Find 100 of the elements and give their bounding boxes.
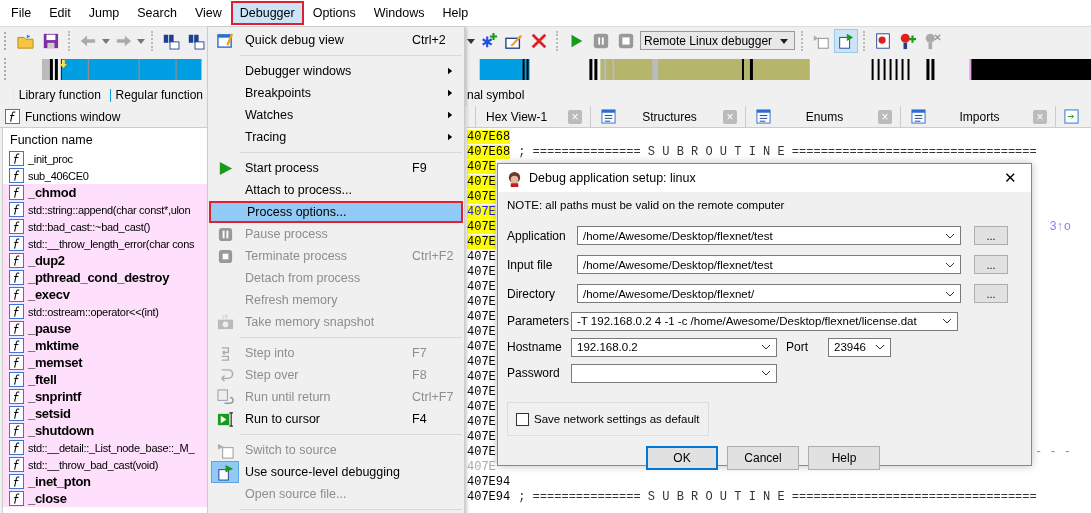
browse-button[interactable]: ... (974, 226, 1008, 245)
menu-item[interactable]: Quick debug view Ctrl+2 (209, 29, 463, 51)
tab[interactable]: Hex View-1 (486, 109, 548, 124)
combo-field[interactable]: /home/Awesome/Desktop/flexnet/test (577, 226, 961, 245)
menu-bar-item[interactable]: Edit (40, 1, 80, 25)
function-icon (9, 287, 24, 302)
source-debug-icon (216, 463, 234, 481)
combo-field[interactable]: -T 192.168.0.2 4 -1 -c /home/Awesome/Desktop/flexnet/license.dat (571, 311, 958, 331)
code-address: 407E (467, 399, 496, 414)
menu-bar-item[interactable]: Jump (79, 1, 129, 25)
menu-item[interactable]: Process options... (209, 201, 463, 223)
chevron-down-icon (761, 344, 771, 350)
menu-item[interactable]: Attach to process... (209, 179, 463, 201)
menu-item[interactable]: Debugger windows (209, 60, 463, 82)
app-icon (506, 169, 523, 187)
function-icon (9, 185, 24, 200)
menu-item[interactable]: Breakpoints (209, 82, 463, 104)
dialog-button[interactable]: OK (646, 446, 718, 470)
code-address: 407E (467, 204, 496, 219)
panel-title: Functions window (25, 109, 121, 124)
run-until-return-icon (216, 388, 234, 406)
function-icon (9, 338, 24, 353)
function-icon (9, 406, 24, 421)
password-field[interactable] (571, 363, 777, 383)
code-fragment: 3↑o (1049, 219, 1071, 234)
menu-item[interactable]: Tracing (209, 126, 463, 148)
function-icon (9, 253, 24, 268)
browse-button[interactable]: ... (974, 284, 1008, 303)
field-label: Input file (507, 257, 554, 272)
code-address: 407E (467, 219, 496, 234)
code-address: 407E (467, 189, 496, 204)
function-icon (9, 440, 24, 455)
column-header[interactable]: Function name (3, 128, 207, 150)
code-address: 407E94 (467, 489, 511, 504)
chevron-down-icon (761, 370, 771, 376)
document-icon (601, 109, 616, 124)
window-icon (216, 31, 234, 49)
menu-bar-item[interactable]: Search (128, 1, 186, 25)
function-icon (9, 270, 24, 285)
stop-icon (216, 247, 234, 265)
document-icon[interactable] (1064, 109, 1079, 124)
browse-button[interactable]: ... (974, 255, 1008, 274)
toolbar-grip (4, 31, 9, 50)
menu-item[interactable]: Run to cursor F4 (209, 408, 463, 430)
function-icon (9, 423, 24, 438)
toolbar-grip (4, 58, 9, 80)
document-icon (756, 109, 771, 124)
legend-label: Regular function (115, 88, 203, 102)
combo-field[interactable]: /home/Awesome/Desktop/flexnet/test (577, 255, 961, 274)
menu-bar-item[interactable]: Help (433, 1, 478, 25)
function-icon (9, 151, 24, 166)
combo-field[interactable]: 192.168.0.2 (571, 337, 777, 357)
menu-bar-item[interactable]: Debugger (230, 1, 304, 25)
function-icon (9, 202, 24, 217)
dialog-title: Debug application setup: linux (529, 171, 697, 185)
code-address: 407E (467, 159, 496, 174)
field-label: Directory (507, 286, 556, 301)
menu-item[interactable]: Start process F9 (209, 157, 463, 179)
code-address: 407E94 (467, 474, 511, 489)
menu-bar-item[interactable]: Options (303, 1, 365, 25)
menu-item[interactable]: Use source-level debugging (209, 461, 463, 483)
combo-field[interactable]: 23946 (828, 337, 891, 357)
function-name[interactable]: _execv (28, 287, 70, 302)
dialog-button[interactable]: Help (808, 446, 880, 470)
close-button[interactable]: ✕ (995, 169, 1025, 187)
chevron-down-icon (942, 318, 952, 324)
function-name[interactable]: _init_proc (28, 152, 73, 165)
source-debug-icon[interactable] (835, 29, 857, 52)
function-name[interactable]: _ftell (28, 372, 57, 387)
combo-field[interactable]: /home/Awesome/Desktop/flexnet/ (577, 284, 961, 303)
code-address: 407E68 (467, 144, 511, 159)
dialog-button[interactable]: Cancel (727, 446, 799, 470)
function-name[interactable]: _close (28, 491, 67, 506)
function-icon (9, 372, 24, 387)
menu-item[interactable]: Watches (209, 104, 463, 126)
code-address: 407E (467, 234, 496, 249)
pause-icon (216, 225, 234, 243)
code-comment: ; =============== S U B R O U T I N E ================================== (518, 489, 1037, 504)
debugger-select[interactable]: Remote Linux debugger (640, 31, 795, 50)
function-icon (9, 304, 24, 319)
tab[interactable]: Enums (805, 109, 844, 124)
tab[interactable]: Imports (959, 109, 1000, 124)
menu-bar-item[interactable]: Windows (364, 1, 434, 25)
function-name[interactable]: sub_406CE0 (28, 169, 89, 182)
field-label: Application (507, 228, 567, 243)
dropdown-caret-icon[interactable] (467, 36, 475, 45)
function-name[interactable]: _dup2 (28, 253, 65, 268)
run-to-cursor-icon (216, 410, 234, 428)
function-name[interactable]: _pause (28, 321, 71, 336)
code-comment: ; =============== S U B R O U T I N E ================================== (518, 144, 1037, 159)
chevron-down-icon (945, 261, 955, 268)
code-address: 407E (467, 444, 496, 459)
menu-bar-item[interactable]: File (2, 1, 41, 25)
checkbox[interactable] (516, 412, 529, 426)
code-address: 407E (467, 414, 496, 429)
switch-source-icon (216, 441, 234, 459)
function-name[interactable]: _setsid (28, 406, 71, 421)
menu-bar-item[interactable]: View (185, 1, 231, 25)
function-icon (9, 389, 24, 404)
tab[interactable]: Structures (642, 109, 697, 124)
